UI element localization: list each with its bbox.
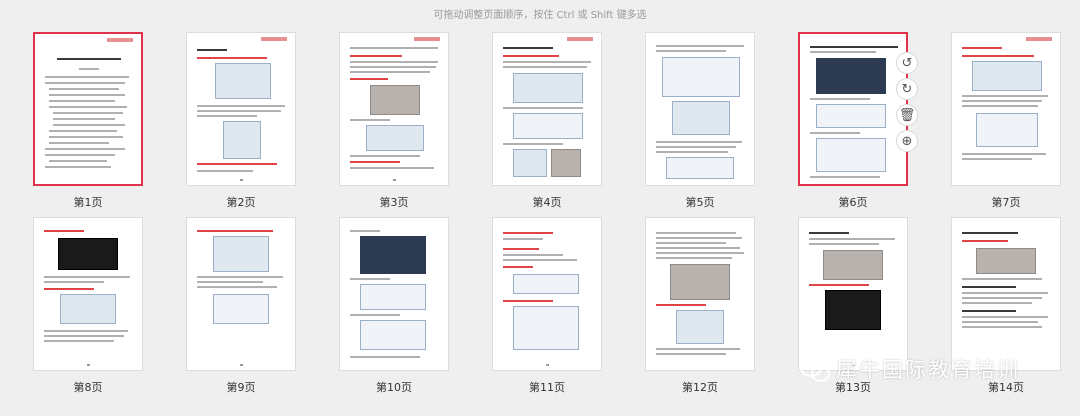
page-thumbnail-9[interactable] xyxy=(186,217,296,371)
page-thumbnail-1[interactable] xyxy=(33,32,143,186)
page-label: 第3页 xyxy=(379,196,409,209)
page-label: 第4页 xyxy=(532,196,562,209)
page-thumbnail-4[interactable] xyxy=(492,32,602,186)
page-label: 第1页 xyxy=(73,196,103,209)
watermark-text: 犀牛国际教育培训 xyxy=(836,358,1020,382)
wechat-icon xyxy=(800,356,830,382)
page-label: 第10页 xyxy=(376,381,412,394)
page-thumbnail-14[interactable] xyxy=(951,217,1061,371)
page-thumbnail-5[interactable] xyxy=(645,32,755,186)
page-label: 第8页 xyxy=(73,381,103,394)
rotate-left-icon[interactable]: ↺ xyxy=(896,52,918,74)
watermark: 犀牛国际教育培训 xyxy=(800,354,1020,384)
page-label: 第11页 xyxy=(529,381,565,394)
page-label: 第5页 xyxy=(685,196,715,209)
add-icon[interactable]: ⊕ xyxy=(896,130,918,152)
page-thumbnail-13[interactable] xyxy=(798,217,908,371)
rotate-right-icon[interactable]: ↻ xyxy=(896,78,918,100)
page-thumbnail-7[interactable] xyxy=(951,32,1061,186)
page-thumbnail-11[interactable] xyxy=(492,217,602,371)
page-label: 第9页 xyxy=(226,381,256,394)
page-thumbnail-6[interactable] xyxy=(798,32,908,186)
page-thumbnail-12[interactable] xyxy=(645,217,755,371)
page-thumbnail-2[interactable] xyxy=(186,32,296,186)
page-thumbnail-10[interactable] xyxy=(339,217,449,371)
page-label: 第7页 xyxy=(991,196,1021,209)
page-thumbnail-3[interactable] xyxy=(339,32,449,186)
delete-icon[interactable]: 🗑 xyxy=(896,104,918,126)
page-thumbnail-8[interactable] xyxy=(33,217,143,371)
drag-hint: 可拖动调整页面顺序，按住 Ctrl 或 Shift 键多选 xyxy=(433,10,647,21)
page-label: 第6页 xyxy=(838,196,868,209)
page-label: 第12页 xyxy=(682,381,718,394)
page-label: 第2页 xyxy=(226,196,256,209)
